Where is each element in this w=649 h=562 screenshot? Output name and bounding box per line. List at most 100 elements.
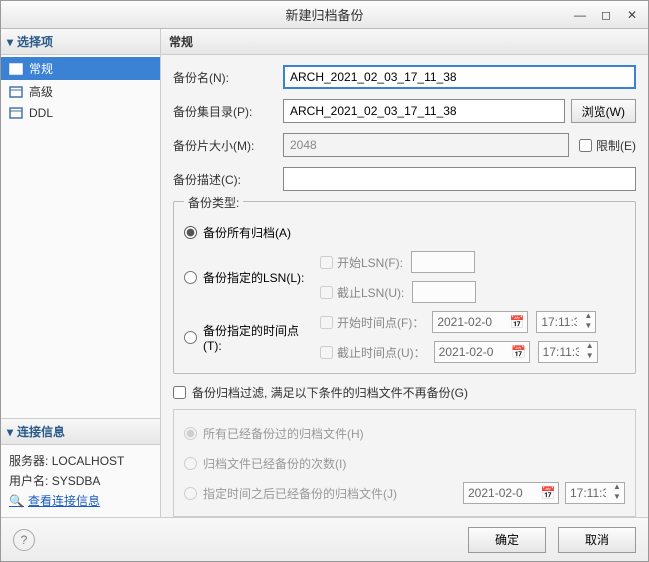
backup-type-fieldset: 备份类型: 备份所有归档(A) 备份指定的LSN(L): <box>173 201 636 374</box>
type-time-radio-wrap[interactable]: 备份指定的时间点(T): <box>184 322 314 353</box>
spin-down-icon: ▼ <box>583 352 597 362</box>
main-header: 常规 <box>161 29 648 55</box>
filter-opt1-row: 所有已经备份过的归档文件(H) <box>184 418 625 448</box>
options-header: ▾ 选择项 <box>1 29 160 55</box>
backup-name-row: 备份名(N): <box>173 65 636 89</box>
type-lsn-label: 备份指定的LSN(L): <box>203 269 304 286</box>
filter-check-wrap[interactable]: 备份归档过滤, 满足以下条件的归档文件不再备份(G) <box>173 384 636 401</box>
piece-size-label: 备份片大小(M): <box>173 137 283 154</box>
calendar-icon: 📅 <box>538 486 558 500</box>
date-input <box>435 342 509 362</box>
type-time-row: 备份指定的时间点(T): 开始时间点(F)： <box>184 307 625 367</box>
filter-opt3-row: 指定时间之后已经备份的归档文件(J) 📅 ▲▼ <box>184 478 625 508</box>
type-all-radio-wrap[interactable]: 备份所有归档(A) <box>184 224 314 241</box>
limit-check-wrap: 限制(E) <box>579 137 636 154</box>
dialog: 新建归档备份 — ◻ ✕ ▾ 选择项 常规 高级 <box>0 0 649 562</box>
time-end-checkbox <box>320 346 333 359</box>
user-value: SYSDBA <box>52 474 101 488</box>
limit-checkbox[interactable] <box>579 139 592 152</box>
time-start-checkbox <box>320 316 333 329</box>
desc-row: 备份描述(C): <box>173 167 636 191</box>
time-input <box>539 342 583 362</box>
backup-dir-row: 备份集目录(P): 浏览(W) <box>173 99 636 123</box>
filter-opt2-radio <box>184 457 197 470</box>
node-icon <box>9 63 23 75</box>
type-lsn-radio-wrap[interactable]: 备份指定的LSN(L): <box>184 269 314 286</box>
user-row: 用户名: SYSDBA <box>9 471 152 491</box>
lsn-start-checkbox <box>320 256 333 269</box>
filter-time: ▲▼ <box>565 482 625 504</box>
filter-opt3-label: 指定时间之后已经备份的归档文件(J) <box>203 485 397 502</box>
piece-size-row: 备份片大小(M): 限制(E) <box>173 133 636 157</box>
form: 备份名(N): 备份集目录(P): 浏览(W) 备份片大小(M): 限制(E) <box>161 55 648 517</box>
connection-header-label: 连接信息 <box>17 423 65 440</box>
close-icon[interactable]: ✕ <box>622 6 642 24</box>
filter-date: 📅 <box>463 482 559 504</box>
time-input <box>537 312 581 332</box>
filter-check-label: 备份归档过滤, 满足以下条件的归档文件不再备份(G) <box>192 384 468 401</box>
ok-button[interactable]: 确定 <box>468 527 546 553</box>
date-input <box>464 483 538 503</box>
lsn-start-label: 开始LSN(F): <box>337 254 403 271</box>
link-text: 查看连接信息 <box>28 491 100 511</box>
maximize-icon[interactable]: ◻ <box>596 6 616 24</box>
type-lsn-radio[interactable] <box>184 271 197 284</box>
filter-opt2-label: 归档文件已经备份的次数(I) <box>203 455 346 472</box>
desc-label: 备份描述(C): <box>173 171 283 188</box>
node-icon <box>9 86 23 98</box>
tree-item-general[interactable]: 常规 <box>1 57 160 80</box>
type-all-label: 备份所有归档(A) <box>203 224 291 241</box>
lsn-start-input <box>411 251 475 273</box>
lsn-end-checkbox <box>320 286 333 299</box>
desc-input[interactable] <box>283 167 636 191</box>
connection-body: 服务器: LOCALHOST 用户名: SYSDBA 🔍 查看连接信息 <box>1 445 160 517</box>
type-all-row: 备份所有归档(A) <box>184 217 625 247</box>
tree-item-advanced[interactable]: 高级 <box>1 80 160 103</box>
backup-type-legend: 备份类型: <box>184 194 243 211</box>
time-end-label: 截止时间点(U)： <box>337 344 426 361</box>
view-connection-link[interactable]: 🔍 查看连接信息 <box>9 491 152 511</box>
body: ▾ 选择项 常规 高级 DDL ▾ <box>1 29 648 517</box>
link-icon: 🔍 <box>9 491 24 511</box>
filter-opt1-wrap: 所有已经备份过的归档文件(H) <box>184 425 364 442</box>
lsn-start-check-wrap: 开始LSN(F): <box>320 254 403 271</box>
titlebar: 新建归档备份 — ◻ ✕ <box>1 1 648 29</box>
time-start-time: ▲▼ <box>536 311 596 333</box>
time-input <box>566 483 610 503</box>
server-label: 服务器: <box>9 454 48 468</box>
caret-down-icon: ▾ <box>7 425 13 439</box>
time-end-time: ▲▼ <box>538 341 598 363</box>
type-all-radio[interactable] <box>184 226 197 239</box>
filter-opt2-row: 归档文件已经备份的次数(I) <box>184 448 625 478</box>
connection-panel: ▾ 连接信息 服务器: LOCALHOST 用户名: SYSDBA 🔍 查看连接… <box>1 418 160 517</box>
type-time-radio[interactable] <box>184 331 197 344</box>
options-tree: 常规 高级 DDL <box>1 55 160 125</box>
tree-item-ddl[interactable]: DDL <box>1 103 160 123</box>
backup-dir-input[interactable] <box>283 99 565 123</box>
minimize-icon[interactable]: — <box>570 6 590 24</box>
lsn-end-input <box>412 281 476 303</box>
sidebar: ▾ 选择项 常规 高级 DDL ▾ <box>1 29 161 517</box>
time-end-date: 📅 <box>434 341 530 363</box>
filter-opt1-radio <box>184 427 197 440</box>
filter-opt3-radio <box>184 487 197 500</box>
server-row: 服务器: LOCALHOST <box>9 451 152 471</box>
backup-name-input[interactable] <box>283 65 636 89</box>
time-end-check-wrap: 截止时间点(U)： <box>320 344 426 361</box>
filter-opt2-wrap: 归档文件已经备份的次数(I) <box>184 455 346 472</box>
browse-button[interactable]: 浏览(W) <box>571 99 636 123</box>
tree-item-label: 高级 <box>29 83 53 100</box>
options-header-label: 选择项 <box>17 33 53 50</box>
cancel-button[interactable]: 取消 <box>558 527 636 553</box>
server-value: LOCALHOST <box>52 454 125 468</box>
filter-box: 所有已经备份过的归档文件(H) 归档文件已经备份的次数(I) 指定时间之后已经备… <box>173 409 636 517</box>
lsn-end-label: 截止LSN(U): <box>337 284 404 301</box>
help-button[interactable]: ? <box>13 529 35 551</box>
footer: ? 确定 取消 <box>1 517 648 561</box>
piece-size-input <box>283 133 569 157</box>
lsn-end-check-wrap: 截止LSN(U): <box>320 284 404 301</box>
type-time-label: 备份指定的时间点(T): <box>203 322 314 353</box>
connection-header: ▾ 连接信息 <box>1 419 160 445</box>
filter-checkbox[interactable] <box>173 386 186 399</box>
time-start-check-wrap: 开始时间点(F)： <box>320 314 424 331</box>
